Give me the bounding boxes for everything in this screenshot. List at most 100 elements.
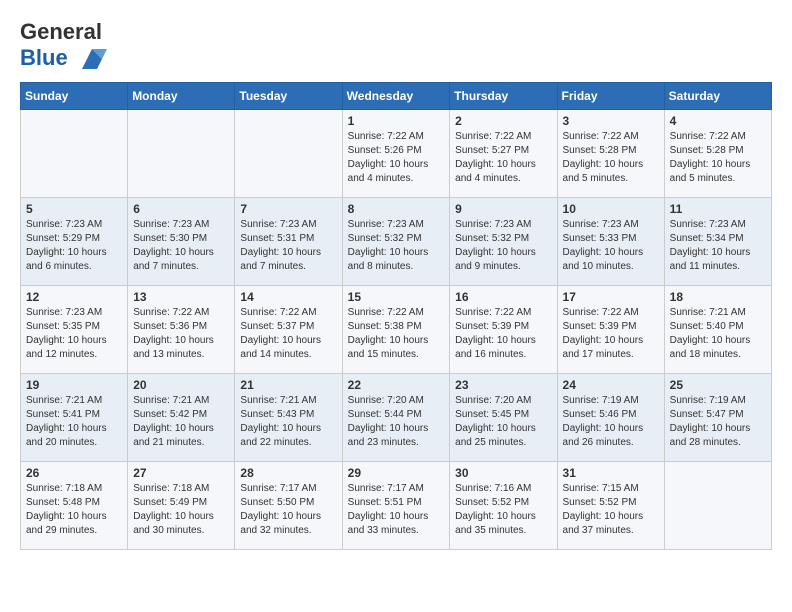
day-number: 19 <box>26 378 122 392</box>
calendar-cell: 19 Sunrise: 7:21 AM Sunset: 5:41 PM Dayli… <box>21 374 128 462</box>
day-number: 4 <box>670 114 766 128</box>
day-number: 17 <box>563 290 659 304</box>
calendar-cell <box>21 110 128 198</box>
day-info: Sunrise: 7:23 AM Sunset: 5:31 PM Dayligh… <box>240 218 336 274</box>
weekday-header-monday: Monday <box>128 83 235 110</box>
day-info: Sunrise: 7:23 AM Sunset: 5:34 PM Dayligh… <box>670 218 766 274</box>
calendar-cell: 28 Sunrise: 7:17 AM Sunset: 5:50 PM Dayli… <box>235 462 342 550</box>
calendar-cell: 26Sunrise: 7:18 AM Sunset: 5:48 PM Dayli… <box>21 462 128 550</box>
day-info: Sunrise: 7:18 AM Sunset: 5:48 PM Dayligh… <box>26 482 122 538</box>
day-info: Sunrise: 7:15 AM Sunset: 5:52 PM Dayligh… <box>563 482 659 538</box>
day-info: Sunrise: 7:16 AM Sunset: 5:52 PM Dayligh… <box>455 482 551 538</box>
logo-general-text: General <box>20 19 102 44</box>
calendar-cell: 7 Sunrise: 7:23 AM Sunset: 5:31 PM Daylig… <box>235 198 342 286</box>
calendar-cell: 22 Sunrise: 7:20 AM Sunset: 5:44 PM Dayli… <box>342 374 450 462</box>
day-number: 22 <box>348 378 445 392</box>
day-number: 18 <box>670 290 766 304</box>
page-header: General Blue <box>20 20 772 74</box>
calendar-cell: 16Sunrise: 7:22 AM Sunset: 5:39 PM Dayli… <box>450 286 557 374</box>
day-info: Sunrise: 7:21 AM Sunset: 5:43 PM Dayligh… <box>240 394 336 450</box>
calendar-week-row: 1Sunrise: 7:22 AM Sunset: 5:26 PM Daylig… <box>21 110 772 198</box>
calendar-cell: 27Sunrise: 7:18 AM Sunset: 5:49 PM Dayli… <box>128 462 235 550</box>
day-number: 8 <box>348 202 445 216</box>
calendar-cell <box>235 110 342 198</box>
calendar-cell: 1Sunrise: 7:22 AM Sunset: 5:26 PM Daylig… <box>342 110 450 198</box>
day-info: Sunrise: 7:22 AM Sunset: 5:27 PM Dayligh… <box>455 130 551 186</box>
day-number: 31 <box>563 466 659 480</box>
calendar-week-row: 26Sunrise: 7:18 AM Sunset: 5:48 PM Dayli… <box>21 462 772 550</box>
calendar-cell: 8 Sunrise: 7:23 AM Sunset: 5:32 PM Daylig… <box>342 198 450 286</box>
weekday-header-thursday: Thursday <box>450 83 557 110</box>
day-info: Sunrise: 7:23 AM Sunset: 5:29 PM Dayligh… <box>26 218 122 274</box>
calendar-week-row: 19 Sunrise: 7:21 AM Sunset: 5:41 PM Dayli… <box>21 374 772 462</box>
calendar-cell: 11 Sunrise: 7:23 AM Sunset: 5:34 PM Dayli… <box>664 198 771 286</box>
calendar-cell: 21 Sunrise: 7:21 AM Sunset: 5:43 PM Dayli… <box>235 374 342 462</box>
day-number: 3 <box>563 114 659 128</box>
calendar-cell: 6 Sunrise: 7:23 AM Sunset: 5:30 PM Daylig… <box>128 198 235 286</box>
day-info: Sunrise: 7:22 AM Sunset: 5:38 PM Dayligh… <box>348 306 445 362</box>
calendar-cell: 18 Sunrise: 7:21 AM Sunset: 5:40 PM Dayli… <box>664 286 771 374</box>
day-number: 21 <box>240 378 336 392</box>
calendar-cell: 20 Sunrise: 7:21 AM Sunset: 5:42 PM Dayli… <box>128 374 235 462</box>
day-number: 14 <box>240 290 336 304</box>
day-info: Sunrise: 7:17 AM Sunset: 5:50 PM Dayligh… <box>240 482 336 538</box>
calendar-cell: 31 Sunrise: 7:15 AM Sunset: 5:52 PM Dayli… <box>557 462 664 550</box>
calendar-cell: 3 Sunrise: 7:22 AM Sunset: 5:28 PM Daylig… <box>557 110 664 198</box>
weekday-header-friday: Friday <box>557 83 664 110</box>
day-number: 11 <box>670 202 766 216</box>
day-info: Sunrise: 7:23 AM Sunset: 5:32 PM Dayligh… <box>455 218 551 274</box>
day-info: Sunrise: 7:20 AM Sunset: 5:44 PM Dayligh… <box>348 394 445 450</box>
day-info: Sunrise: 7:17 AM Sunset: 5:51 PM Dayligh… <box>348 482 445 538</box>
day-number: 7 <box>240 202 336 216</box>
calendar-week-row: 5 Sunrise: 7:23 AM Sunset: 5:29 PM Daylig… <box>21 198 772 286</box>
day-info: Sunrise: 7:19 AM Sunset: 5:46 PM Dayligh… <box>563 394 659 450</box>
day-info: Sunrise: 7:21 AM Sunset: 5:42 PM Dayligh… <box>133 394 229 450</box>
calendar-cell: 2 Sunrise: 7:22 AM Sunset: 5:27 PM Daylig… <box>450 110 557 198</box>
calendar-cell: 29 Sunrise: 7:17 AM Sunset: 5:51 PM Dayli… <box>342 462 450 550</box>
day-number: 12 <box>26 290 122 304</box>
day-info: Sunrise: 7:22 AM Sunset: 5:36 PM Dayligh… <box>133 306 229 362</box>
logo-blue-text: Blue <box>20 45 68 70</box>
calendar-header-row: SundayMondayTuesdayWednesdayThursdayFrid… <box>21 83 772 110</box>
day-info: Sunrise: 7:23 AM Sunset: 5:33 PM Dayligh… <box>563 218 659 274</box>
day-number: 20 <box>133 378 229 392</box>
weekday-header-wednesday: Wednesday <box>342 83 450 110</box>
calendar-cell: 12Sunrise: 7:23 AM Sunset: 5:35 PM Dayli… <box>21 286 128 374</box>
calendar-cell: 23 Sunrise: 7:20 AM Sunset: 5:45 PM Dayli… <box>450 374 557 462</box>
day-number: 15 <box>348 290 445 304</box>
logo-icon <box>77 44 107 74</box>
day-number: 6 <box>133 202 229 216</box>
calendar-cell: 30 Sunrise: 7:16 AM Sunset: 5:52 PM Dayli… <box>450 462 557 550</box>
calendar-cell: 4 Sunrise: 7:22 AM Sunset: 5:28 PM Daylig… <box>664 110 771 198</box>
day-number: 13 <box>133 290 229 304</box>
calendar-cell: 5 Sunrise: 7:23 AM Sunset: 5:29 PM Daylig… <box>21 198 128 286</box>
calendar-cell <box>128 110 235 198</box>
day-number: 16 <box>455 290 551 304</box>
calendar-cell <box>664 462 771 550</box>
calendar-cell: 24 Sunrise: 7:19 AM Sunset: 5:46 PM Dayli… <box>557 374 664 462</box>
calendar-cell: 17Sunrise: 7:22 AM Sunset: 5:39 PM Dayli… <box>557 286 664 374</box>
day-number: 27 <box>133 466 229 480</box>
day-number: 25 <box>670 378 766 392</box>
day-info: Sunrise: 7:22 AM Sunset: 5:37 PM Dayligh… <box>240 306 336 362</box>
day-info: Sunrise: 7:21 AM Sunset: 5:40 PM Dayligh… <box>670 306 766 362</box>
calendar-cell: 10 Sunrise: 7:23 AM Sunset: 5:33 PM Dayli… <box>557 198 664 286</box>
day-info: Sunrise: 7:21 AM Sunset: 5:41 PM Dayligh… <box>26 394 122 450</box>
calendar-cell: 14 Sunrise: 7:22 AM Sunset: 5:37 PM Dayli… <box>235 286 342 374</box>
day-info: Sunrise: 7:23 AM Sunset: 5:32 PM Dayligh… <box>348 218 445 274</box>
day-info: Sunrise: 7:19 AM Sunset: 5:47 PM Dayligh… <box>670 394 766 450</box>
day-info: Sunrise: 7:23 AM Sunset: 5:30 PM Dayligh… <box>133 218 229 274</box>
day-number: 28 <box>240 466 336 480</box>
calendar-week-row: 12Sunrise: 7:23 AM Sunset: 5:35 PM Dayli… <box>21 286 772 374</box>
day-number: 30 <box>455 466 551 480</box>
day-info: Sunrise: 7:20 AM Sunset: 5:45 PM Dayligh… <box>455 394 551 450</box>
day-number: 24 <box>563 378 659 392</box>
day-number: 29 <box>348 466 445 480</box>
calendar-cell: 13 Sunrise: 7:22 AM Sunset: 5:36 PM Dayli… <box>128 286 235 374</box>
day-number: 23 <box>455 378 551 392</box>
day-number: 5 <box>26 202 122 216</box>
day-number: 10 <box>563 202 659 216</box>
day-info: Sunrise: 7:22 AM Sunset: 5:28 PM Dayligh… <box>563 130 659 186</box>
day-info: Sunrise: 7:22 AM Sunset: 5:28 PM Dayligh… <box>670 130 766 186</box>
day-number: 2 <box>455 114 551 128</box>
